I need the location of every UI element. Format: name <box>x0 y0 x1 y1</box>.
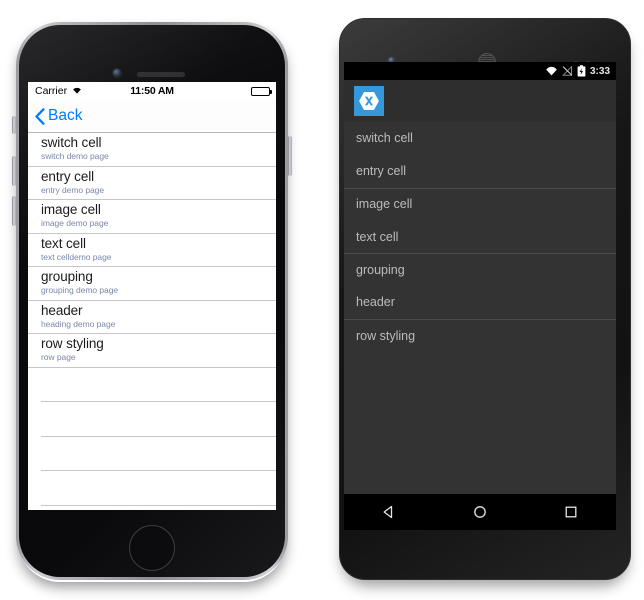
empty-list-row <box>41 436 276 471</box>
home-circle-icon[interactable] <box>472 504 488 520</box>
list-item-label: entry cell <box>356 164 407 179</box>
list-item-title: grouping <box>41 269 93 284</box>
list-item-subtitle: entry demo page <box>41 184 105 195</box>
android-nav-bar <box>344 494 616 530</box>
list-item-label: text cell <box>356 229 399 244</box>
back-button[interactable]: Back <box>35 107 82 125</box>
list-item-subtitle: image demo page <box>41 218 109 228</box>
back-triangle-icon[interactable] <box>381 504 397 520</box>
empty-list-row <box>41 402 276 437</box>
list-item-subtitle: text celldemo page <box>41 251 112 262</box>
list-item[interactable]: entry cell <box>344 155 616 188</box>
earpiece-speaker <box>137 72 185 77</box>
list-item-title: text cell <box>41 235 86 251</box>
list-item[interactable]: text cell <box>344 220 616 253</box>
list-item-label: grouping <box>356 263 405 278</box>
android-action-bar <box>344 80 616 122</box>
wifi-icon <box>545 66 558 76</box>
empty-list-row <box>41 367 276 402</box>
list-item-title: switch cell <box>41 135 102 150</box>
mute-switch-button[interactable] <box>12 116 16 134</box>
list-item[interactable]: header heading demo page <box>28 300 276 334</box>
android-device: 3:33 switch cell entry cell image cell t… <box>334 14 636 586</box>
list-item-subtitle: switch demo page <box>41 151 109 161</box>
list-item[interactable]: switch cell <box>344 122 616 155</box>
list-item[interactable]: switch cell switch demo page <box>28 133 276 167</box>
ios-battery-group <box>251 86 272 96</box>
volume-down-button[interactable] <box>12 196 16 226</box>
empty-list-row <box>41 471 276 506</box>
ios-nav-bar: Back <box>28 100 276 133</box>
list-item[interactable]: row styling row page <box>28 334 276 368</box>
home-button[interactable] <box>129 525 175 571</box>
chevron-left-icon <box>35 107 45 125</box>
list-item[interactable]: grouping <box>344 253 616 286</box>
list-item-label: header <box>356 295 395 310</box>
android-list[interactable]: switch cell entry cell image cell text c… <box>344 122 616 494</box>
list-item[interactable]: grouping grouping demo page <box>28 267 276 301</box>
list-item[interactable]: header <box>344 286 616 319</box>
list-item[interactable]: entry cell entry demo page <box>28 166 276 200</box>
list-item[interactable]: text cell text celldemo page <box>28 233 276 267</box>
android-status-bar: 3:33 <box>344 62 616 80</box>
ios-status-bar: Carrier 11:50 AM <box>28 82 276 100</box>
power-button[interactable] <box>288 136 292 176</box>
signal-no-service-icon <box>561 66 573 76</box>
list-item-label: image cell <box>356 197 413 212</box>
ios-list[interactable]: switch cell switch demo page entry cell … <box>28 133 276 510</box>
list-item-label: switch cell <box>356 131 413 146</box>
list-item-title: image cell <box>41 202 101 217</box>
list-item-label: row styling <box>356 328 416 343</box>
battery-full-icon <box>251 86 272 96</box>
xamarin-logo-icon[interactable] <box>354 86 384 116</box>
recents-square-icon[interactable] <box>563 504 579 520</box>
list-item[interactable]: image cell <box>344 187 616 221</box>
list-item[interactable]: image cell image demo page <box>28 200 276 234</box>
volume-up-button[interactable] <box>12 156 16 186</box>
ios-screen: Carrier 11:50 AM Back switch cell switch… <box>28 82 276 510</box>
front-camera-icon <box>113 69 121 77</box>
battery-charging-icon <box>577 65 586 77</box>
android-screen: 3:33 switch cell entry cell image cell t… <box>344 62 616 530</box>
list-item-title: header <box>41 302 83 318</box>
list-item-subtitle: heading demo page <box>41 318 116 329</box>
back-button-label: Back <box>48 107 83 124</box>
list-item[interactable]: row styling <box>344 318 616 352</box>
list-item-subtitle: grouping demo page <box>41 285 119 295</box>
ios-clock: 11:50 AM <box>130 85 174 97</box>
list-item-subtitle: row page <box>41 352 76 362</box>
list-item-title: row styling <box>41 336 104 351</box>
iphone-device: Carrier 11:50 AM Back switch cell switch… <box>12 16 292 584</box>
list-item-title: entry cell <box>41 168 95 184</box>
android-clock: 3:33 <box>589 65 610 77</box>
